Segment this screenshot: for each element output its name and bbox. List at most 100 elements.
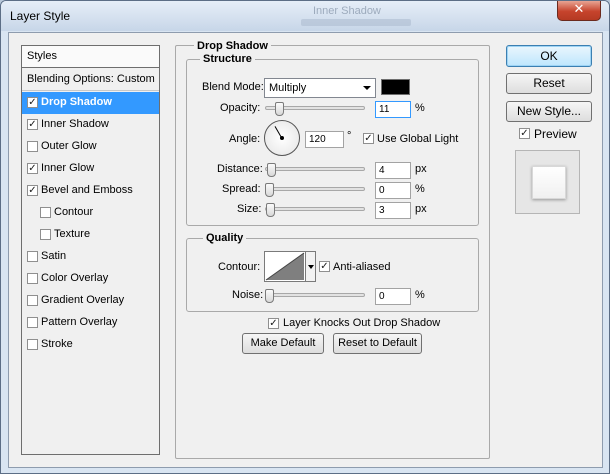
- blend-mode-label: Blend Mode:: [202, 81, 264, 93]
- spread-slider-thumb[interactable]: [265, 183, 274, 197]
- contour-dropdown-button[interactable]: [306, 251, 316, 282]
- ok-button[interactable]: OK: [506, 45, 592, 67]
- quality-group: [186, 238, 479, 312]
- distance-value: 4: [379, 165, 385, 176]
- style-checkbox[interactable]: [27, 185, 38, 196]
- style-checkbox[interactable]: [27, 295, 38, 306]
- style-checkbox[interactable]: [40, 229, 51, 240]
- style-item-label: Contour: [54, 206, 94, 218]
- style-checkbox[interactable]: [27, 273, 38, 284]
- style-checkbox[interactable]: [40, 207, 51, 218]
- styles-list: Styles Blending Options: Custom Drop Sha…: [21, 45, 160, 455]
- angle-dial[interactable]: [264, 120, 300, 156]
- spread-unit: %: [415, 183, 425, 195]
- style-checkbox[interactable]: [27, 141, 38, 152]
- distance-slider-thumb[interactable]: [267, 163, 276, 177]
- size-input[interactable]: 3: [375, 202, 411, 219]
- preview-swatch: [532, 166, 566, 199]
- style-checkbox[interactable]: [27, 317, 38, 328]
- spread-label: Spread:: [222, 183, 261, 195]
- background-ghost-text: Inner Shadow: [313, 5, 381, 17]
- opacity-input[interactable]: 11: [375, 101, 411, 118]
- preview-thumbnail: [515, 150, 580, 214]
- quality-title: Quality: [203, 232, 247, 244]
- angle-value: 120: [309, 134, 326, 145]
- spread-input[interactable]: 0: [375, 182, 411, 199]
- style-item-color-overlay[interactable]: Color Overlay: [22, 268, 159, 290]
- style-item-bevel-and-emboss[interactable]: Bevel and Emboss: [22, 180, 159, 202]
- style-item-inner-glow[interactable]: Inner Glow: [22, 158, 159, 180]
- style-item-outer-glow[interactable]: Outer Glow: [22, 136, 159, 158]
- spread-slider-track[interactable]: [265, 187, 365, 191]
- contour-preview[interactable]: [264, 251, 306, 282]
- style-item-satin[interactable]: Satin: [22, 246, 159, 268]
- style-item-label: Drop Shadow: [41, 96, 112, 108]
- blending-options-item[interactable]: Blending Options: Custom: [22, 69, 159, 91]
- style-checkbox[interactable]: [27, 339, 38, 350]
- reset-button[interactable]: Reset: [506, 73, 592, 94]
- noise-label: Noise:: [232, 289, 264, 301]
- style-item-label: Bevel and Emboss: [41, 184, 133, 196]
- contour-label: Contour:: [218, 261, 261, 273]
- angle-input[interactable]: 120: [305, 131, 344, 148]
- knockout-label: Layer Knocks Out Drop Shadow: [283, 317, 441, 329]
- style-item-label: Pattern Overlay: [41, 316, 118, 328]
- style-item-label: Inner Glow: [41, 162, 95, 174]
- opacity-slider-thumb[interactable]: [275, 102, 284, 116]
- angle-unit: °: [347, 130, 352, 142]
- noise-slider-thumb[interactable]: [265, 289, 274, 303]
- distance-unit: px: [415, 163, 427, 175]
- noise-slider-track[interactable]: [265, 293, 365, 297]
- close-button[interactable]: ✕: [557, 1, 601, 21]
- size-unit: px: [415, 203, 427, 215]
- dialog-client-area: Styles Blending Options: Custom Drop Sha…: [8, 32, 603, 468]
- style-item-inner-shadow[interactable]: Inner Shadow: [22, 114, 159, 136]
- preview-checkbox[interactable]: [519, 128, 530, 139]
- style-item-pattern-overlay[interactable]: Pattern Overlay: [22, 312, 159, 334]
- shadow-color-swatch[interactable]: [381, 79, 410, 95]
- knockout-checkbox[interactable]: [268, 318, 279, 329]
- style-item-label: Satin: [41, 250, 67, 262]
- style-item-drop-shadow[interactable]: Drop Shadow: [22, 92, 159, 114]
- style-checkbox[interactable]: [27, 97, 38, 108]
- new-style-button[interactable]: New Style...: [506, 101, 592, 122]
- style-item-label: Color Overlay: [41, 272, 109, 284]
- make-default-button[interactable]: Make Default: [242, 333, 324, 354]
- window-title: Layer Style: [10, 9, 71, 23]
- style-item-label: Outer Glow: [41, 140, 97, 152]
- structure-title: Structure: [200, 53, 255, 65]
- anti-aliased-checkbox[interactable]: [319, 261, 330, 272]
- style-checkbox[interactable]: [27, 251, 38, 262]
- noise-unit: %: [415, 289, 425, 301]
- style-checkbox[interactable]: [27, 119, 38, 130]
- distance-slider-track[interactable]: [265, 167, 365, 171]
- spread-value: 0: [379, 185, 385, 196]
- reset-to-default-button[interactable]: Reset to Default: [333, 333, 422, 354]
- preview-label: Preview: [534, 127, 577, 141]
- size-slider-thumb[interactable]: [266, 203, 275, 217]
- angle-dial-center: [280, 136, 284, 140]
- noise-input[interactable]: 0: [375, 288, 411, 305]
- use-global-light-checkbox[interactable]: [363, 133, 374, 144]
- style-item-stroke[interactable]: Stroke: [22, 334, 159, 356]
- style-item-gradient-overlay[interactable]: Gradient Overlay: [22, 290, 159, 312]
- opacity-label: Opacity:: [220, 102, 261, 114]
- title-bar[interactable]: Layer Style Inner Shadow ✕: [1, 1, 609, 31]
- angle-label: Angle:: [229, 133, 261, 145]
- chevron-down-icon: [363, 86, 371, 90]
- size-slider-track[interactable]: [265, 207, 365, 211]
- style-item-label: Gradient Overlay: [41, 294, 125, 306]
- size-label: Size:: [237, 203, 262, 215]
- noise-value: 0: [379, 291, 385, 302]
- style-item-texture[interactable]: Texture: [22, 224, 159, 246]
- contour-curve-icon: [265, 252, 305, 281]
- style-item-label: Inner Shadow: [41, 118, 109, 130]
- blend-mode-select[interactable]: Multiply: [264, 78, 376, 98]
- styles-header[interactable]: Styles: [22, 46, 159, 68]
- style-item-contour[interactable]: Contour: [22, 202, 159, 224]
- opacity-value: 11: [379, 104, 390, 115]
- distance-input[interactable]: 4: [375, 162, 411, 179]
- use-global-light-label: Use Global Light: [377, 133, 459, 145]
- size-value: 3: [379, 205, 385, 216]
- style-checkbox[interactable]: [27, 163, 38, 174]
